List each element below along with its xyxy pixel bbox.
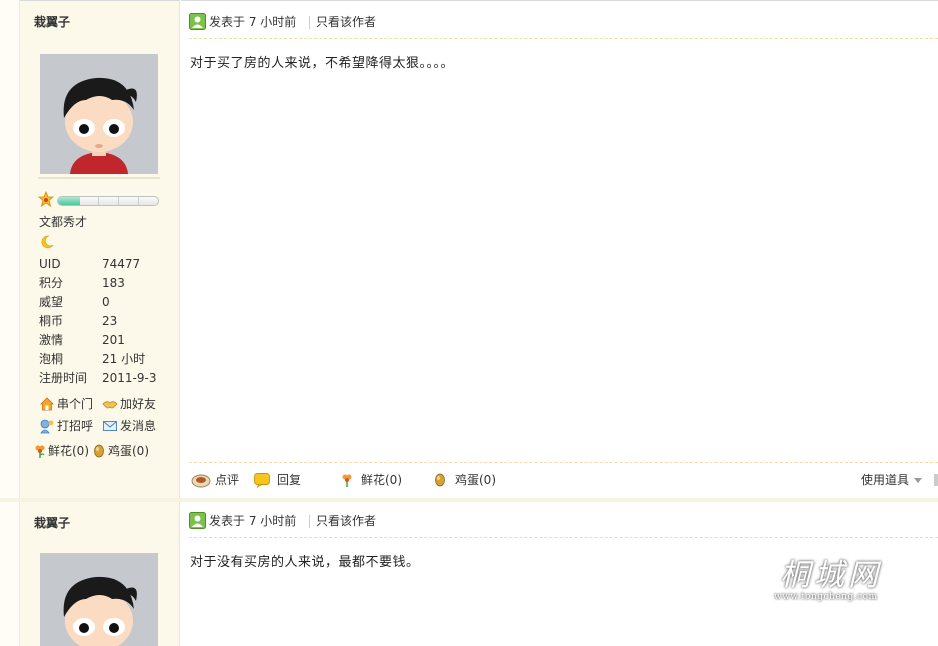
header-divider xyxy=(189,537,938,538)
avatar[interactable] xyxy=(40,54,158,174)
egg-icon xyxy=(435,473,445,487)
watermark-logo: 桐城网 www.tongcheng.com xyxy=(770,548,900,608)
chevron-down-icon xyxy=(914,478,922,483)
throw-egg-button[interactable]: 鸡蛋(0) xyxy=(431,470,496,490)
watermark-text: 桐城网 xyxy=(780,558,882,593)
star-icon xyxy=(38,191,54,207)
visit-home-link[interactable]: 串个门 xyxy=(39,395,93,413)
only-author-link[interactable]: 只看该作者 xyxy=(316,512,376,530)
author-sidebar: 栽翼子 xyxy=(20,0,180,498)
avatar[interactable] xyxy=(40,553,158,646)
header-divider xyxy=(189,38,938,39)
comment-icon xyxy=(191,474,211,488)
home-icon xyxy=(40,397,54,411)
author-sidebar: 栽翼子 xyxy=(20,502,180,646)
comment-button[interactable]: 点评 xyxy=(191,470,239,490)
egg-icon xyxy=(94,444,104,458)
flower-icon xyxy=(35,445,45,458)
avatar-frame xyxy=(38,51,160,179)
stat-row: UID 74477 xyxy=(39,257,141,271)
level-progress-bar xyxy=(57,196,159,206)
moon-icon xyxy=(41,235,54,249)
avatar-frame xyxy=(38,550,160,646)
stat-row: 激情 201 xyxy=(39,333,125,347)
meta-divider xyxy=(309,16,310,29)
only-author-link[interactable]: 只看该作者 xyxy=(316,13,376,31)
flowers-count[interactable]: 鲜花(0) xyxy=(32,442,89,460)
user-icon xyxy=(189,512,206,529)
add-friend-link[interactable]: 加好友 xyxy=(102,395,156,413)
reply-bubble-icon xyxy=(254,473,270,488)
send-message-link[interactable]: 发消息 xyxy=(102,417,156,435)
use-tools-dropdown[interactable]: 使用道具 xyxy=(861,470,922,490)
stat-row: 威望 0 xyxy=(39,295,110,309)
post-message: 对于买了房的人来说，不希望降得太狠。。。。 xyxy=(190,56,455,71)
rank-title: 文都秀才 xyxy=(39,215,88,229)
post-content: 发表于 7 小时前 只看该作者 对于买了房的人来说，不希望降得太狠。。。。 点评… xyxy=(181,0,938,498)
envelope-icon xyxy=(103,421,117,431)
greet-icon xyxy=(40,419,54,434)
greet-link[interactable]: 打招呼 xyxy=(39,417,93,435)
author-name-link[interactable]: 栽翼子 xyxy=(34,514,70,531)
flower-icon xyxy=(342,474,352,487)
reply-button[interactable]: 回复 xyxy=(253,470,301,490)
send-flower-button[interactable]: 鲜花(0) xyxy=(337,470,402,490)
eggs-count[interactable]: 鸡蛋(0) xyxy=(92,442,149,460)
posted-time: 发表于 7 小时前 xyxy=(209,15,297,29)
post-footer: 点评 回复 鲜花(0) 鸡蛋(0) 使用道具 xyxy=(189,464,938,496)
posted-time: 发表于 7 小时前 xyxy=(209,514,297,528)
stat-row: 桐币 23 xyxy=(39,314,118,328)
level-progress-fill xyxy=(58,197,80,205)
handshake-icon xyxy=(102,401,118,409)
post-1: 栽翼子 文都秀才 UID 74477 积分 183 威望 0 桐币 23 激情 … xyxy=(0,0,938,498)
stat-row: 泡桐 21 小时 xyxy=(39,352,146,366)
watermark-url: www.tongcheng.com xyxy=(774,592,878,602)
overflow-edge xyxy=(934,474,938,486)
footer-divider xyxy=(189,462,938,463)
user-icon xyxy=(189,13,206,30)
level-row xyxy=(38,191,162,209)
stat-row: 注册时间 2011-9-3 xyxy=(39,371,157,385)
stat-row: 积分 183 xyxy=(39,276,125,290)
meta-divider xyxy=(309,515,310,528)
left-margin xyxy=(0,0,20,498)
author-name-link[interactable]: 栽翼子 xyxy=(34,13,70,30)
left-margin xyxy=(0,502,20,646)
author-stats: UID 74477 积分 183 威望 0 桐币 23 激情 201 泡桐 21 小时 注册… xyxy=(39,255,179,388)
post-message: 对于没有买房的人来说，最都不要钱。 xyxy=(190,555,420,570)
